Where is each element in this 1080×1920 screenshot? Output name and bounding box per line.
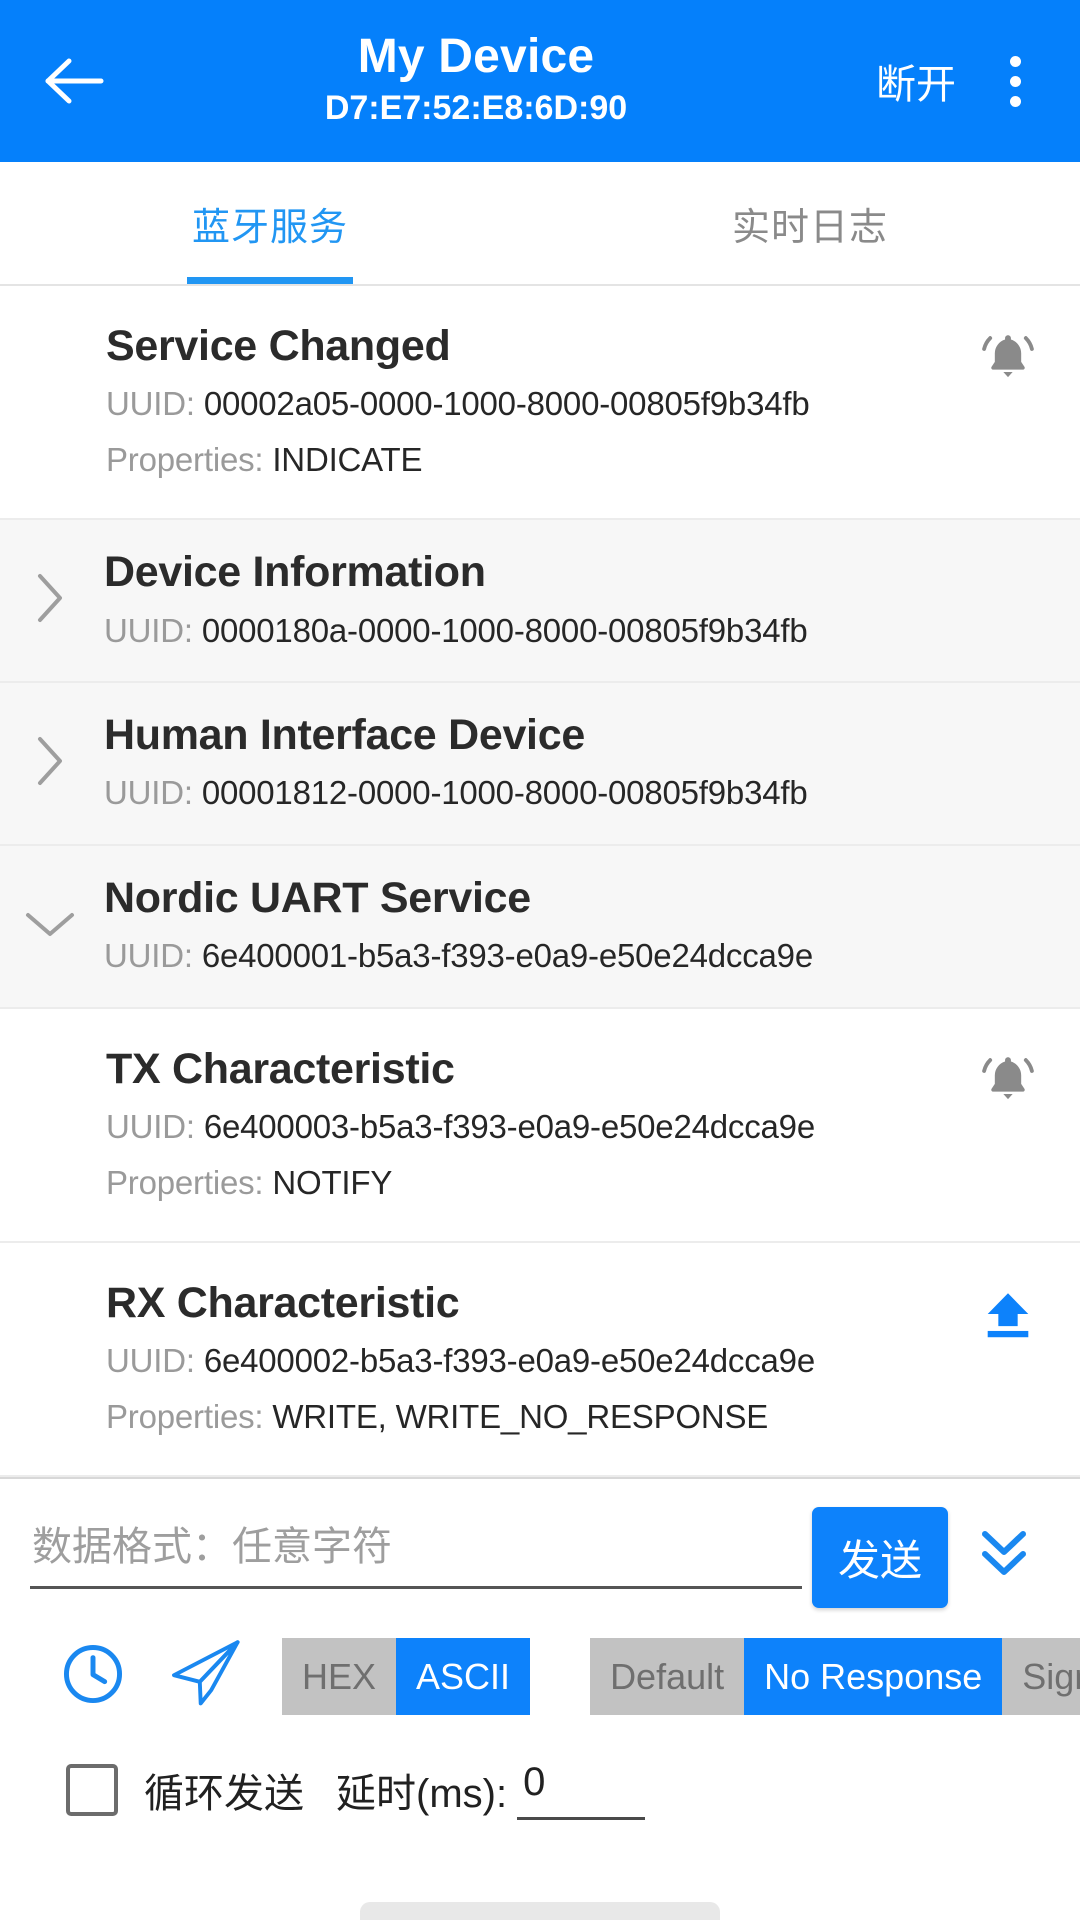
uuid-label: UUID: [104,611,193,649]
page-title: My Device [357,30,595,84]
history-button[interactable] [44,1632,142,1720]
expand-toggle[interactable] [24,574,76,627]
uuid-label: UUID: [106,1108,195,1146]
list-item[interactable]: Nordic UART Service UUID: 6e400001-b5a3-… [0,845,1080,1009]
expand-toggle[interactable] [24,737,76,790]
service-uuid: UUID: 0000180a-0000-1000-8000-00805f9b34… [104,606,1050,656]
more-vertical-icon [1009,55,1021,107]
characteristic-properties: Properties: INDICATE [106,435,1050,485]
data-input-wrapper [30,1505,802,1590]
uuid-value: 6e400001-b5a3-f393-e0a9-e50e24dcca9e [201,937,813,975]
bell-ring-icon [977,327,1039,394]
list-item[interactable]: Service Changed UUID: 00002a05-0000-1000… [0,286,1080,521]
properties-label: Properties: [106,1163,264,1201]
format-option-ascii[interactable]: ASCII [396,1637,531,1715]
service-name: Nordic UART Service [104,873,531,922]
uuid-label: UUID: [106,385,195,423]
disconnect-button[interactable]: 断开 [860,38,972,124]
expand-panel-button[interactable] [958,1509,1050,1605]
characteristic-name: RX Characteristic [106,1279,460,1328]
service-name: Device Information [104,548,486,597]
properties-value: WRITE, WRITE_NO_RESPONSE [272,1397,769,1435]
gatt-service-list: Service Changed UUID: 00002a05-0000-1000… [0,286,1080,1478]
double-chevron-down-icon [973,1522,1035,1593]
tab-bluetooth-services[interactable]: 蓝牙服务 [0,162,540,284]
notify-toggle-button[interactable] [968,1043,1048,1123]
characteristic-uuid: UUID: 6e400002-b5a3-f393-e0a9-e50e24dcca… [106,1336,1050,1386]
send-input-row: 发送 [30,1479,1050,1609]
uuid-label: UUID: [104,937,193,975]
uuid-value: 6e400002-b5a3-f393-e0a9-e50e24dcca9e [203,1342,815,1380]
characteristic-name: TX Characteristic [106,1044,455,1093]
list-item[interactable]: Device Information UUID: 0000180a-0000-1… [0,520,1080,684]
uuid-value: 00002a05-0000-1000-8000-00805f9b34fb [203,385,810,423]
bell-ring-icon [977,1049,1039,1116]
list-item[interactable]: TX Characteristic UUID: 6e400003-b5a3-f3… [0,1008,1080,1244]
characteristic-uuid: UUID: 6e400003-b5a3-f393-e0a9-e50e24dcca… [106,1102,1050,1152]
properties-label: Properties: [106,440,264,478]
data-format-toggle-group: HEX ASCII [282,1637,531,1715]
uuid-value: 0000180a-0000-1000-8000-00805f9b34fb [201,611,808,649]
send-panel: 发送 [0,1477,1080,1821]
service-uuid: UUID: 6e400001-b5a3-f393-e0a9-e50e24dcca… [104,931,1050,981]
send-button[interactable]: 发送 [811,1507,948,1609]
characteristic-properties: Properties: NOTIFY [106,1158,1050,1208]
write-type-toggle-group: Default No Response Signed [590,1637,1080,1715]
loop-send-label: 循环发送 [144,1772,304,1817]
uuid-value: 6e400003-b5a3-f393-e0a9-e50e24dcca9e [203,1108,815,1146]
properties-label: Properties: [106,1397,264,1435]
quick-send-button[interactable] [158,1632,256,1720]
chevron-right-icon [33,570,67,631]
list-item[interactable]: Human Interface Device UUID: 00001812-00… [0,683,1080,846]
data-input[interactable] [30,1519,802,1590]
write-type-option-no-response[interactable]: No Response [744,1637,1003,1715]
chevron-right-icon [33,733,67,794]
app-bar-actions: 断开 [860,33,1054,129]
service-uuid: UUID: 00001812-0000-1000-8000-00805f9b34… [104,768,1050,818]
tab-label: 蓝牙服务 [191,206,348,249]
uuid-value: 00001812-0000-1000-8000-00805f9b34fb [201,774,808,812]
notify-toggle-button[interactable] [968,320,1048,400]
write-type-option-default[interactable]: Default [590,1637,745,1715]
app-bar: My Device D7:E7:52:E8:6D:90 断开 [0,0,1080,162]
paper-plane-icon [168,1638,246,1715]
properties-value: NOTIFY [272,1163,393,1201]
format-option-hex[interactable]: HEX [282,1637,397,1715]
write-type-option-signed[interactable]: Signed [1002,1637,1080,1715]
upload-icon [979,1286,1037,1349]
characteristic-properties: Properties: WRITE, WRITE_NO_RESPONSE [106,1392,1050,1442]
characteristic-name: Service Changed [106,322,451,370]
chevron-down-icon [22,907,78,946]
device-mac-address: D7:E7:52:E8:6D:90 [324,89,628,128]
send-toolbar: HEX ASCII Default No Response Signed [30,1608,1080,1734]
collapse-toggle[interactable] [24,900,76,952]
tab-realtime-log[interactable]: 实时日志 [540,162,1080,284]
delay-label: 延时(ms): [336,1772,508,1817]
loop-send-checkbox[interactable] [66,1764,118,1817]
list-item[interactable]: RX Characteristic UUID: 6e400002-b5a3-f3… [0,1243,1080,1478]
delay-input[interactable] [517,1760,646,1821]
uuid-label: UUID: [104,774,193,812]
tab-label: 实时日志 [731,206,888,249]
overflow-menu-button[interactable] [976,33,1054,129]
clock-icon [58,1639,128,1714]
uuid-label: UUID: [106,1342,195,1380]
characteristic-uuid: UUID: 00002a05-0000-1000-8000-00805f9b34… [106,379,1050,429]
write-button[interactable] [968,1277,1048,1357]
bottom-partial-element [360,1902,720,1920]
app-bar-titles: My Device D7:E7:52:E8:6D:90 [92,30,860,129]
service-name: Human Interface Device [104,711,585,760]
properties-value: INDICATE [272,440,423,478]
loop-send-row: 循环发送 延时(ms): [30,1734,1050,1821]
tab-bar: 蓝牙服务 实时日志 [0,162,1080,286]
